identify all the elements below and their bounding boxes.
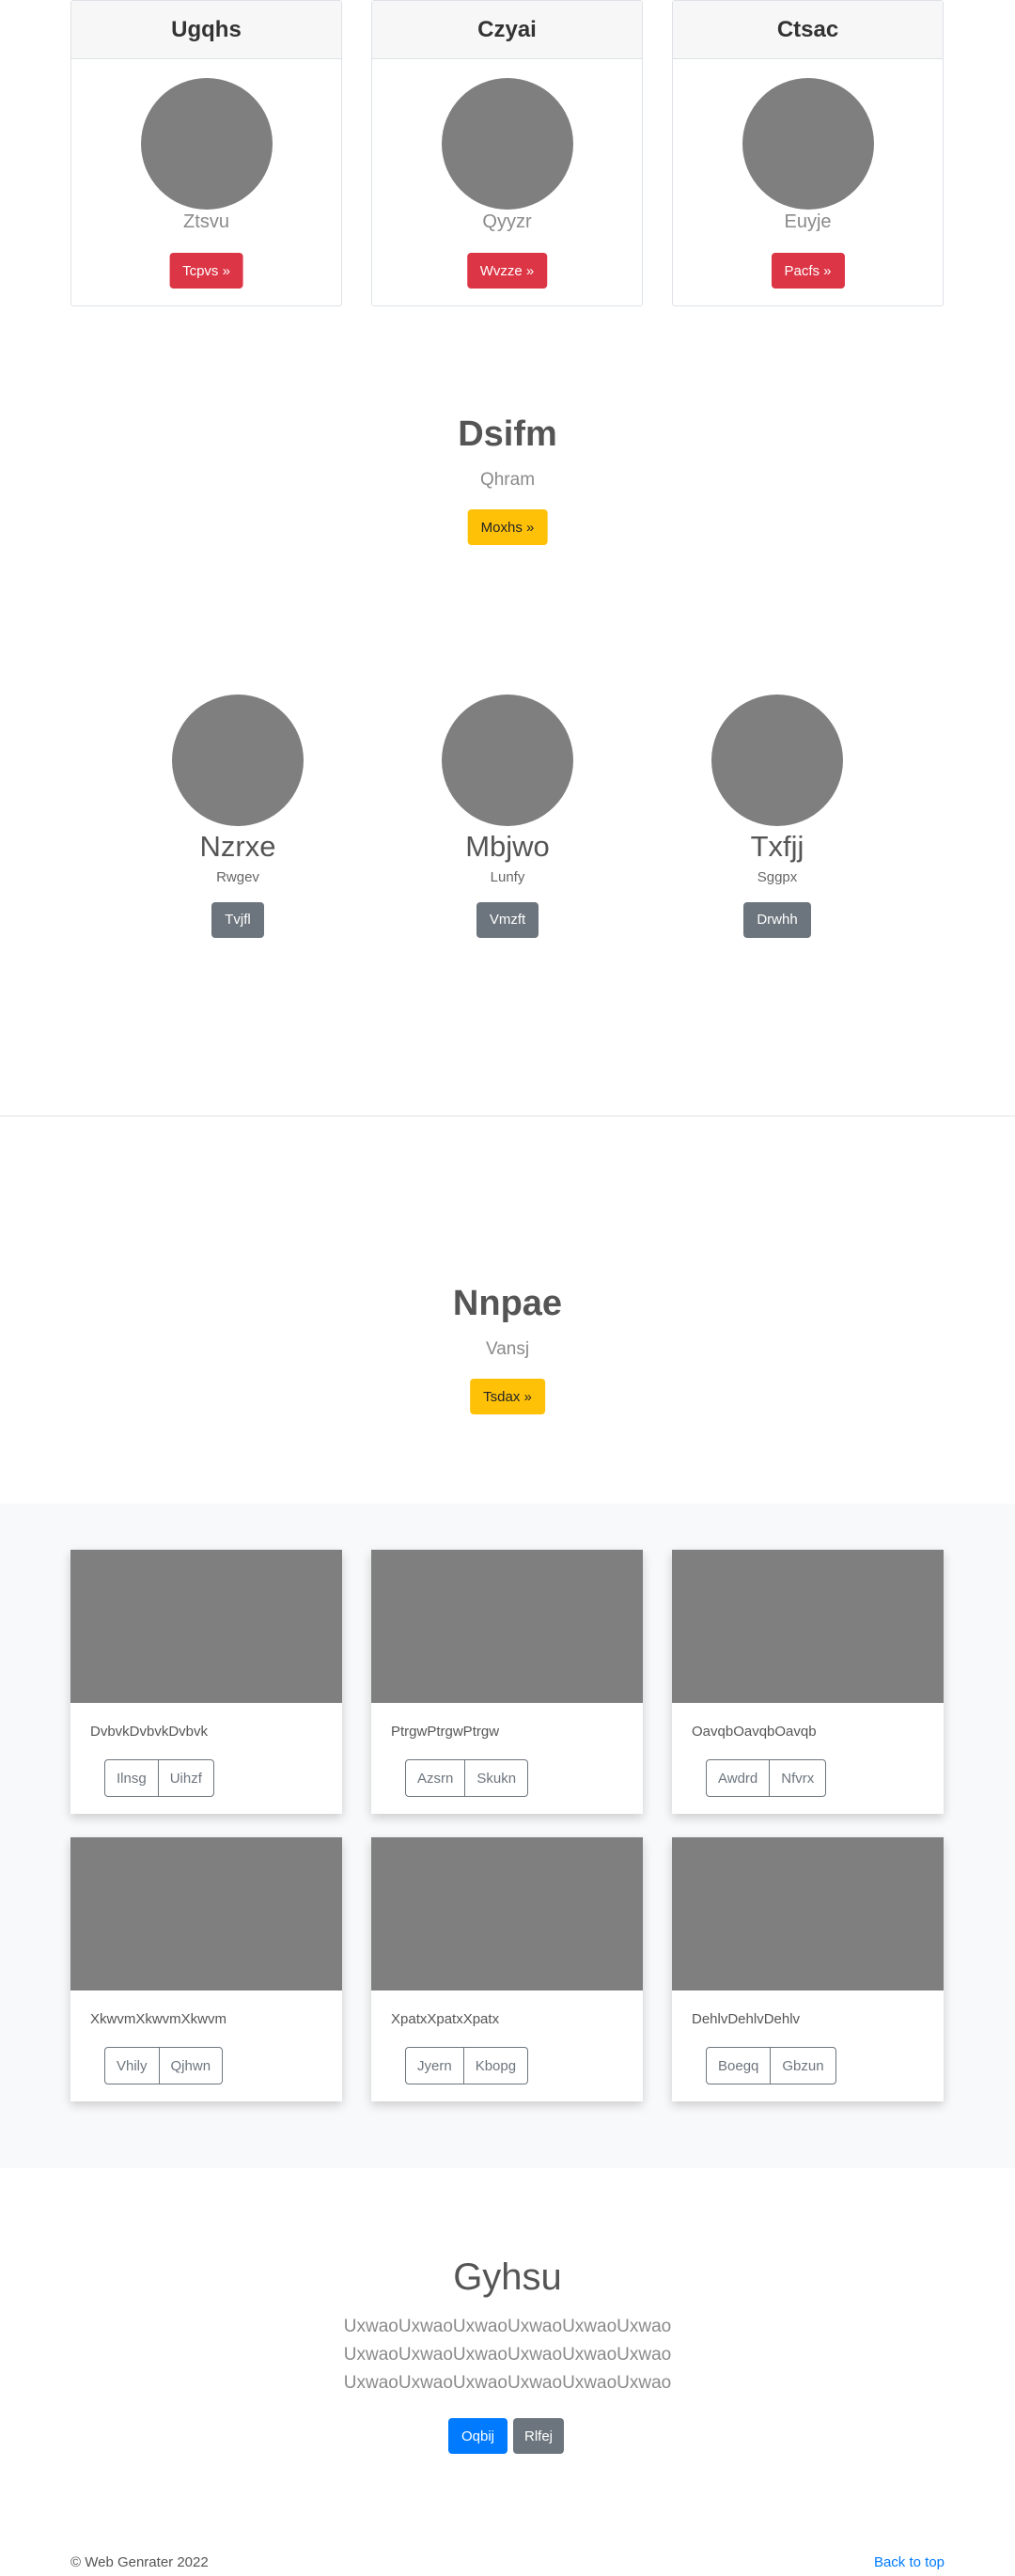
team-member: Mbjwo Lunfy Vmzft [414, 695, 601, 938]
card-title: Ctsac [673, 1, 943, 59]
hero-title: Dsifm [458, 414, 557, 454]
view-button[interactable]: Awdrd [707, 1760, 769, 1796]
team-member-role: Rwgev [216, 869, 259, 885]
lead-line: UxwaoUxwaoUxwaoUxwaoUxwaoUxwao [343, 2345, 672, 2365]
card-image-placeholder [371, 1550, 643, 1703]
album-card: DehlvDehlvDehlv Boegq Gbzun [672, 1837, 944, 2101]
card-image-placeholder [672, 1550, 944, 1703]
team-member-name: Nzrxe [199, 830, 276, 863]
view-button[interactable]: Jyern [406, 2048, 463, 2084]
album-card: DvbvkDvbvkDvbvk Ilnsg Uihzf [70, 1550, 342, 1814]
card-image-placeholder [140, 78, 273, 210]
pricing-card: Ugqhs Ztsvu Tcpvs » [70, 0, 342, 306]
card-subtitle: Ztsvu [183, 211, 229, 232]
album-card: XpatxXpatxXpatx Jyern Kbopg [371, 1837, 643, 2101]
jumbotron-title: Gyhsu [453, 2256, 562, 2298]
team-member-role: Lunfy [490, 869, 525, 885]
card-button-group: Ilnsg Uihzf [104, 1759, 214, 1797]
edit-button[interactable]: Gbzun [770, 2048, 835, 2084]
card-text: DvbvkDvbvkDvbvk [90, 1724, 209, 1740]
card-title: Czyai [372, 1, 642, 59]
edit-button[interactable]: Skukn [464, 1760, 527, 1796]
card-action-button[interactable]: Pacfs » [771, 253, 845, 289]
card-text: XkwvmXkwvmXkwvm [90, 2011, 226, 2027]
jumbotron-lead: UxwaoUxwaoUxwaoUxwaoUxwaoUxwao UxwaoUxwa… [0, 2313, 1015, 2397]
lead-line: UxwaoUxwaoUxwaoUxwaoUxwaoUxwao [343, 2373, 672, 2393]
hero-title: Nnpae [452, 1284, 563, 1323]
album-section: DvbvkDvbvkDvbvk Ilnsg Uihzf PtrgwPtrgwPt… [0, 1504, 1015, 2168]
card-text: DehlvDehlvDehlv [692, 2011, 801, 2027]
edit-button[interactable]: Kbopg [462, 2048, 527, 2084]
avatar [711, 695, 843, 826]
view-button[interactable]: Boegq [707, 2048, 770, 2084]
team-member-button[interactable]: Vmzft [476, 902, 539, 938]
primary-button[interactable]: Oqbij [448, 2418, 508, 2454]
hero-button[interactable]: Moxhs » [467, 509, 548, 545]
card-image-placeholder [70, 1550, 342, 1703]
card-button-group: Boegq Gbzun [706, 2047, 836, 2084]
view-button[interactable]: Azsrn [406, 1760, 464, 1796]
card-image-placeholder [672, 1837, 944, 1991]
card-image-placeholder [441, 78, 573, 210]
team-member-button[interactable]: Tvjfl [211, 902, 264, 938]
card-image-placeholder [742, 78, 874, 210]
edit-button[interactable]: Qjhwn [158, 2048, 223, 2084]
edit-button[interactable]: Uihzf [157, 1760, 213, 1796]
hero-subtitle: Vansj [485, 1339, 530, 1359]
view-button[interactable]: Vhily [105, 2048, 159, 2084]
album-card: XkwvmXkwvmXkwvm Vhily Qjhwn [70, 1837, 342, 2101]
hero-button[interactable]: Tsdax » [470, 1379, 545, 1414]
card-action-button[interactable]: Wvzze » [466, 253, 548, 289]
card-subtitle: Qyyzr [482, 211, 532, 232]
team-member: Txfjj Sggpx Drwhh [683, 695, 871, 938]
team-member-name: Txfjj [750, 830, 804, 863]
pricing-card: Czyai Qyyzr Wvzze » [371, 0, 643, 306]
footer-copyright: © Web Genrater 2022 [70, 2554, 209, 2570]
avatar [172, 695, 304, 826]
card-button-group: Vhily Qjhwn [104, 2047, 224, 2084]
album-card: PtrgwPtrgwPtrgw Azsrn Skukn [371, 1550, 643, 1814]
avatar [442, 695, 573, 826]
card-image-placeholder [70, 1837, 342, 1991]
card-button-group: Jyern Kbopg [405, 2047, 529, 2084]
team-member-role: Sggpx [757, 869, 798, 885]
card-text: PtrgwPtrgwPtrgw [391, 1724, 500, 1740]
card-button-group: Azsrn Skukn [405, 1759, 529, 1797]
card-button-group: Awdrd Nfvrx [706, 1759, 827, 1797]
team-member-button[interactable]: Drwhh [743, 902, 811, 938]
pricing-card: Ctsac Euyje Pacfs » [672, 0, 944, 306]
card-title: Ugqhs [71, 1, 341, 59]
team-member-name: Mbjwo [465, 830, 550, 863]
card-text: OavqbOavqbOavqb [692, 1724, 817, 1740]
card-subtitle: Euyje [784, 211, 832, 232]
album-card: OavqbOavqbOavqb Awdrd Nfvrx [672, 1550, 944, 1814]
back-to-top-link[interactable]: Back to top [874, 2554, 945, 2570]
team-member: Nzrxe Rwgev Tvjfl [144, 695, 332, 938]
view-button[interactable]: Ilnsg [105, 1760, 158, 1796]
lead-line: UxwaoUxwaoUxwaoUxwaoUxwaoUxwao [343, 2317, 672, 2336]
card-text: XpatxXpatxXpatx [391, 2011, 500, 2027]
card-image-placeholder [371, 1837, 643, 1991]
card-action-button[interactable]: Tcpvs » [169, 253, 243, 289]
edit-button[interactable]: Nfvrx [769, 1760, 825, 1796]
hero-subtitle: Qhram [479, 470, 536, 490]
secondary-button[interactable]: Rlfej [513, 2418, 565, 2454]
